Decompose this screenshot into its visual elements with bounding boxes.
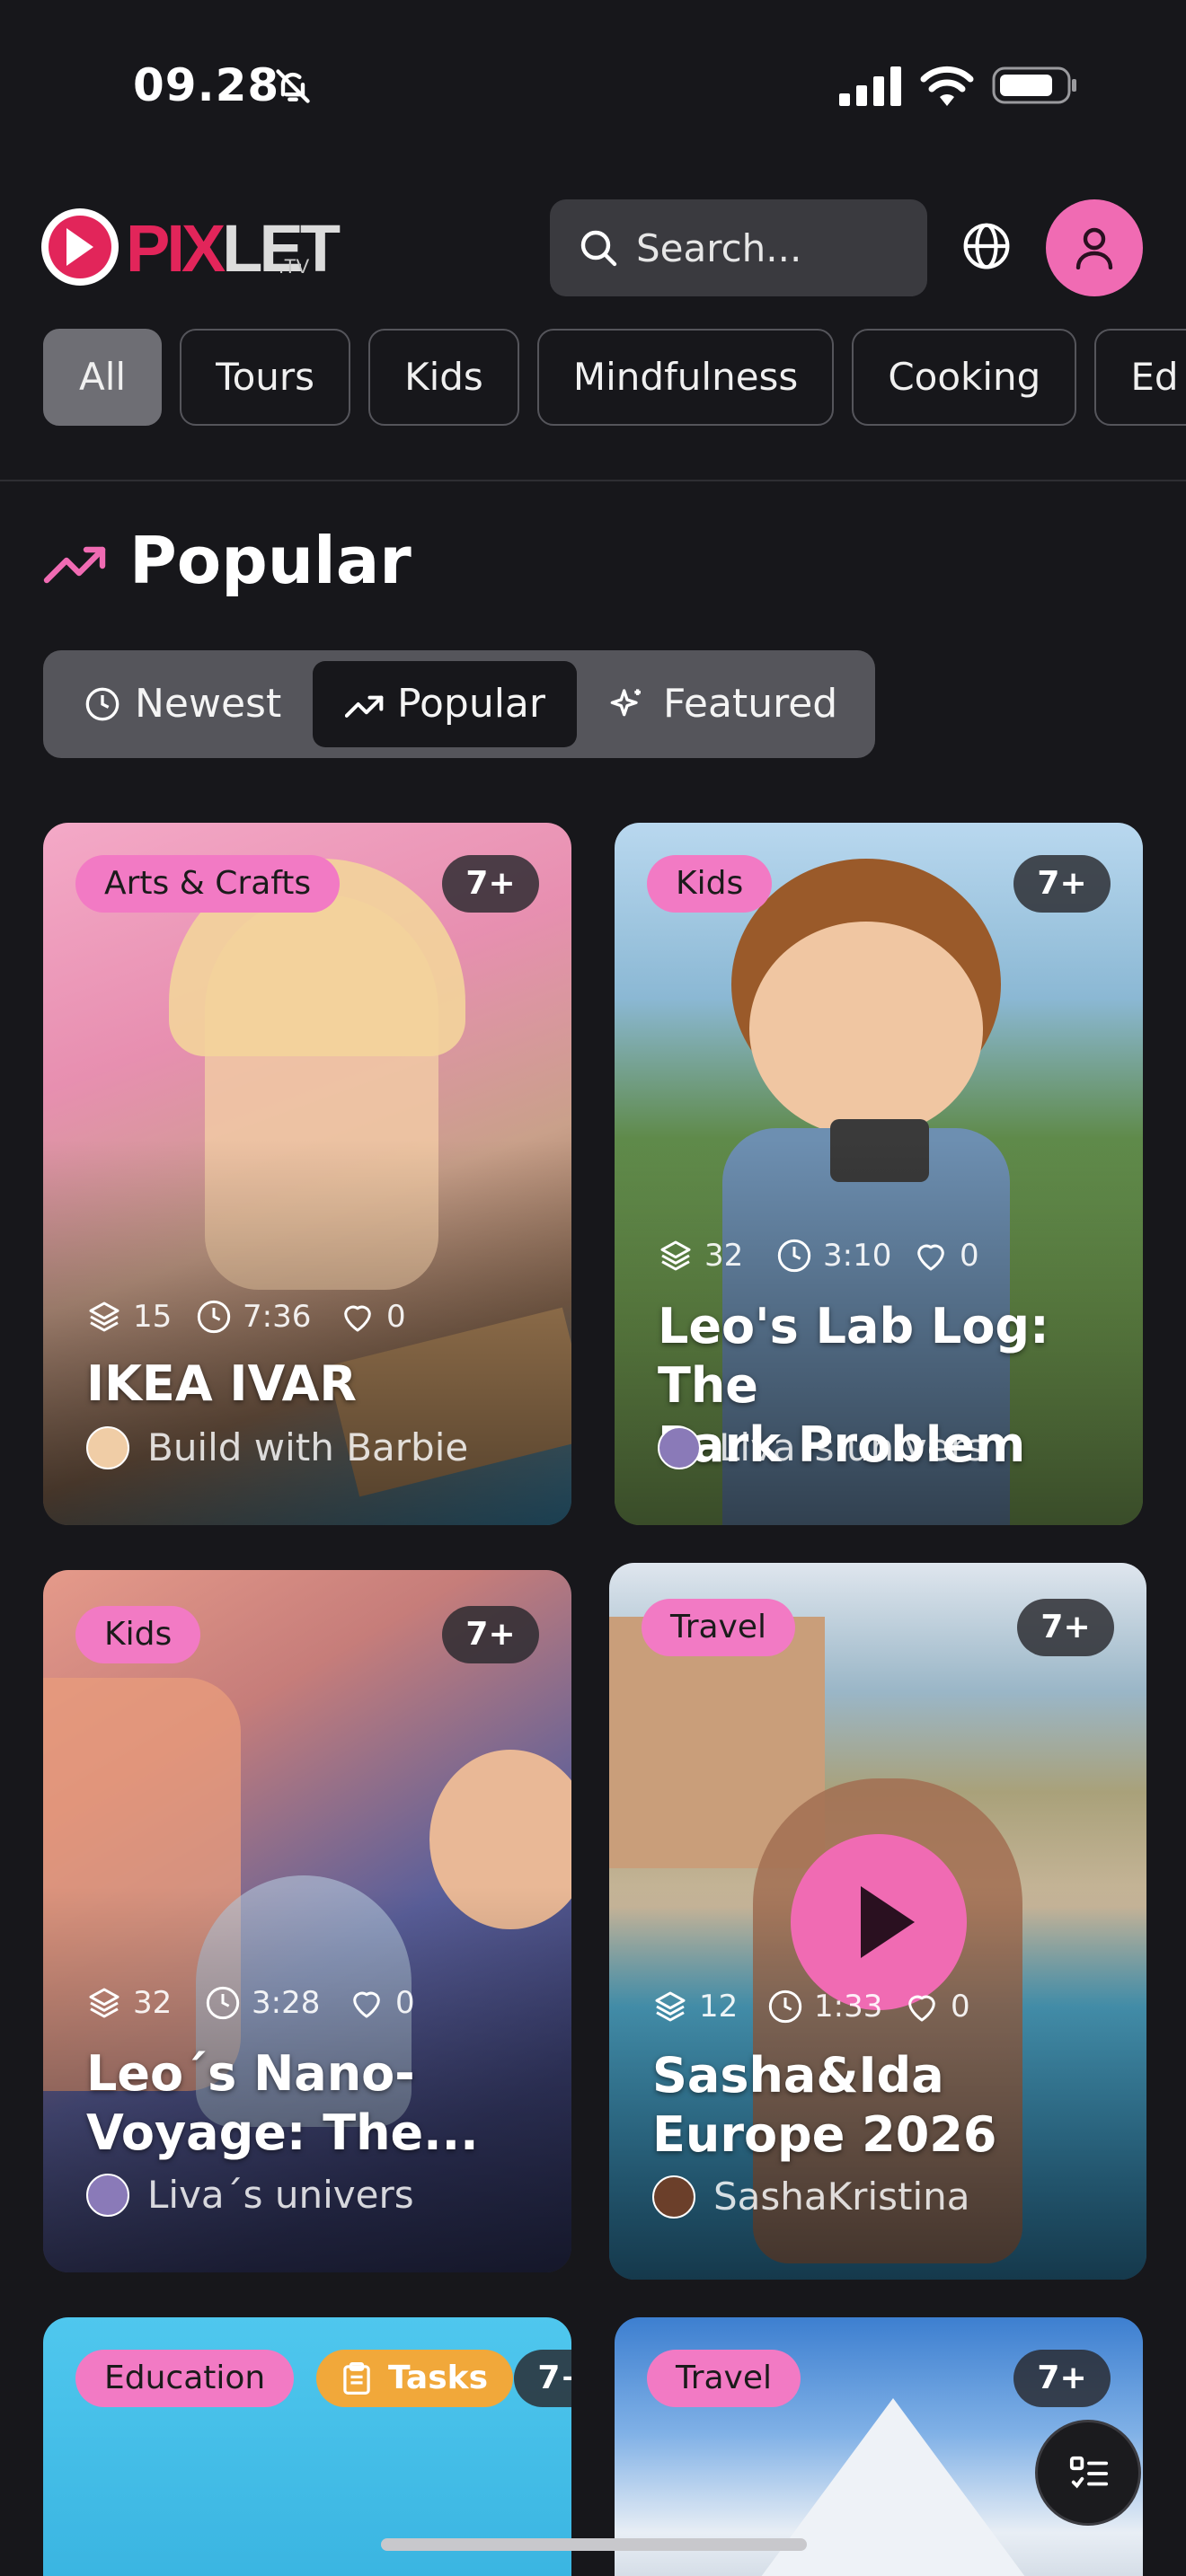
- likes-count: 0: [960, 1238, 979, 1274]
- header-divider: [0, 480, 1186, 481]
- search-icon: [580, 230, 617, 267]
- trending-up-icon: [345, 695, 384, 718]
- checklist-button[interactable]: [1035, 2420, 1141, 2526]
- play-button[interactable]: [791, 1834, 967, 2010]
- video-card[interactable]: Education Tasks 7+: [43, 2317, 571, 2576]
- age-badge: 7+: [1017, 1599, 1114, 1656]
- tab-featured[interactable]: Featured: [588, 661, 866, 747]
- category-badge: Travel: [647, 2350, 801, 2407]
- status-time: 09.28: [133, 59, 280, 111]
- steps-count: 32: [133, 1985, 173, 2021]
- cellular-signal-icon: [839, 66, 901, 106]
- chip-tours[interactable]: Tours: [180, 329, 351, 426]
- tasks-label: Tasks: [388, 2360, 489, 2396]
- heart-icon: [344, 1305, 371, 1332]
- duration: 3:28: [252, 1985, 321, 2021]
- sort-segmented-control: Newest Popular Featured: [43, 650, 875, 758]
- chip-education[interactable]: Ed: [1094, 329, 1186, 426]
- card-title: IKEA IVAR: [86, 1355, 358, 1412]
- author-name: SashaKristina: [713, 2175, 970, 2219]
- clock-icon: [777, 1239, 811, 1273]
- bell-muted-icon: [276, 69, 310, 103]
- category-badge: Arts & Crafts: [75, 855, 341, 913]
- heart-icon: [917, 1244, 944, 1271]
- steps-count: 12: [699, 1989, 739, 2025]
- age-badge: 7+: [442, 855, 539, 913]
- search-input[interactable]: Search...: [550, 199, 927, 296]
- steps-count: 15: [133, 1299, 173, 1335]
- play-logo-icon: [41, 208, 119, 286]
- clipboard-icon: [343, 2362, 370, 2395]
- category-badge: Kids: [647, 855, 773, 913]
- video-card[interactable]: Arts & Crafts 7+ 15 7:36 0 IKEA IVAR Bui…: [43, 823, 571, 1525]
- author-avatar: [86, 1426, 129, 1469]
- chip-mindfulness[interactable]: Mindfulness: [536, 329, 835, 426]
- wifi-icon: [920, 66, 974, 106]
- age-badge: 7+: [1013, 2350, 1111, 2407]
- card-title: Leo´s Nano- Voyage: The...: [86, 2045, 479, 2161]
- clock-icon: [768, 1989, 802, 2024]
- pixlet-logo[interactable]: PIXLET .TV: [41, 205, 341, 291]
- category-filter-bar: All Tours Kids Mindfulness Cooking Ed: [43, 329, 1186, 426]
- sparkles-icon: [610, 689, 641, 717]
- likes-count: 0: [951, 1989, 970, 2025]
- layers-icon: [660, 1240, 691, 1271]
- layers-icon: [89, 1988, 119, 2018]
- duration: 3:10: [823, 1238, 892, 1274]
- author-avatar: [86, 2174, 129, 2217]
- clock-icon: [85, 687, 119, 721]
- clock-icon: [206, 1986, 240, 2020]
- age-badge: 7+: [514, 2350, 571, 2407]
- duration: 1:33: [814, 1989, 883, 2025]
- category-badge: Travel: [642, 1599, 796, 1656]
- logo-suffix: .TV: [279, 255, 310, 278]
- card-thumbnail: [749, 922, 983, 1137]
- author-avatar: [658, 1426, 701, 1469]
- tasks-badge: Tasks: [316, 2350, 514, 2407]
- profile-button[interactable]: [1046, 199, 1143, 296]
- category-badge: Education: [75, 2350, 295, 2407]
- likes-count: 0: [395, 1985, 415, 2021]
- search-placeholder: Search...: [636, 226, 802, 270]
- globe-icon[interactable]: [961, 221, 1012, 271]
- chip-all[interactable]: All: [43, 329, 163, 426]
- age-badge: 7+: [1013, 855, 1111, 913]
- tab-popular-label: Popular: [397, 681, 545, 727]
- likes-count: 0: [386, 1299, 406, 1335]
- tab-newest-label: Newest: [135, 681, 282, 727]
- battery-icon: [992, 66, 1076, 104]
- heart-icon: [353, 1991, 380, 2018]
- tab-newest[interactable]: Newest: [54, 661, 323, 747]
- clock-icon: [197, 1300, 231, 1334]
- author-avatar: [652, 2175, 695, 2219]
- chip-cooking[interactable]: Cooking: [852, 329, 1077, 426]
- duration: 7:36: [243, 1299, 312, 1335]
- layers-icon: [89, 1301, 119, 1332]
- layers-icon: [655, 1991, 686, 2022]
- category-badge: Kids: [75, 1606, 201, 1663]
- chip-kids[interactable]: Kids: [368, 329, 519, 426]
- tab-popular[interactable]: Popular: [313, 661, 577, 747]
- heart-icon: [908, 1995, 935, 2022]
- card-title: Sasha&Ida Europe 2026: [652, 2047, 997, 2163]
- play-icon: [861, 1886, 915, 1958]
- video-card[interactable]: Kids 7+ 32 3:28 0 Leo´s Nano- Voyage: The…: [43, 1570, 571, 2272]
- user-icon: [1075, 227, 1113, 269]
- trending-up-icon: [43, 546, 106, 584]
- author-name: Build with Barbie: [147, 1425, 469, 1469]
- author-name: Liva´s univers: [147, 2173, 414, 2217]
- steps-count: 32: [704, 1238, 744, 1274]
- tab-featured-label: Featured: [663, 681, 838, 727]
- page-title: Popular: [129, 523, 412, 598]
- checklist-icon: [1069, 2456, 1109, 2489]
- status-bar: 09.28: [0, 0, 1186, 171]
- video-card[interactable]: Travel 7+ 12 1:33 0 Sasha&Ida Europe 2026…: [609, 1563, 1146, 2280]
- video-card[interactable]: Kids 7+ 32 3:10 0 Leo's Lab Log: The Park…: [615, 823, 1143, 1525]
- author-name: Liva´s univers: [719, 1425, 986, 1469]
- age-badge: 7+: [442, 1606, 539, 1663]
- home-indicator: [381, 2538, 807, 2551]
